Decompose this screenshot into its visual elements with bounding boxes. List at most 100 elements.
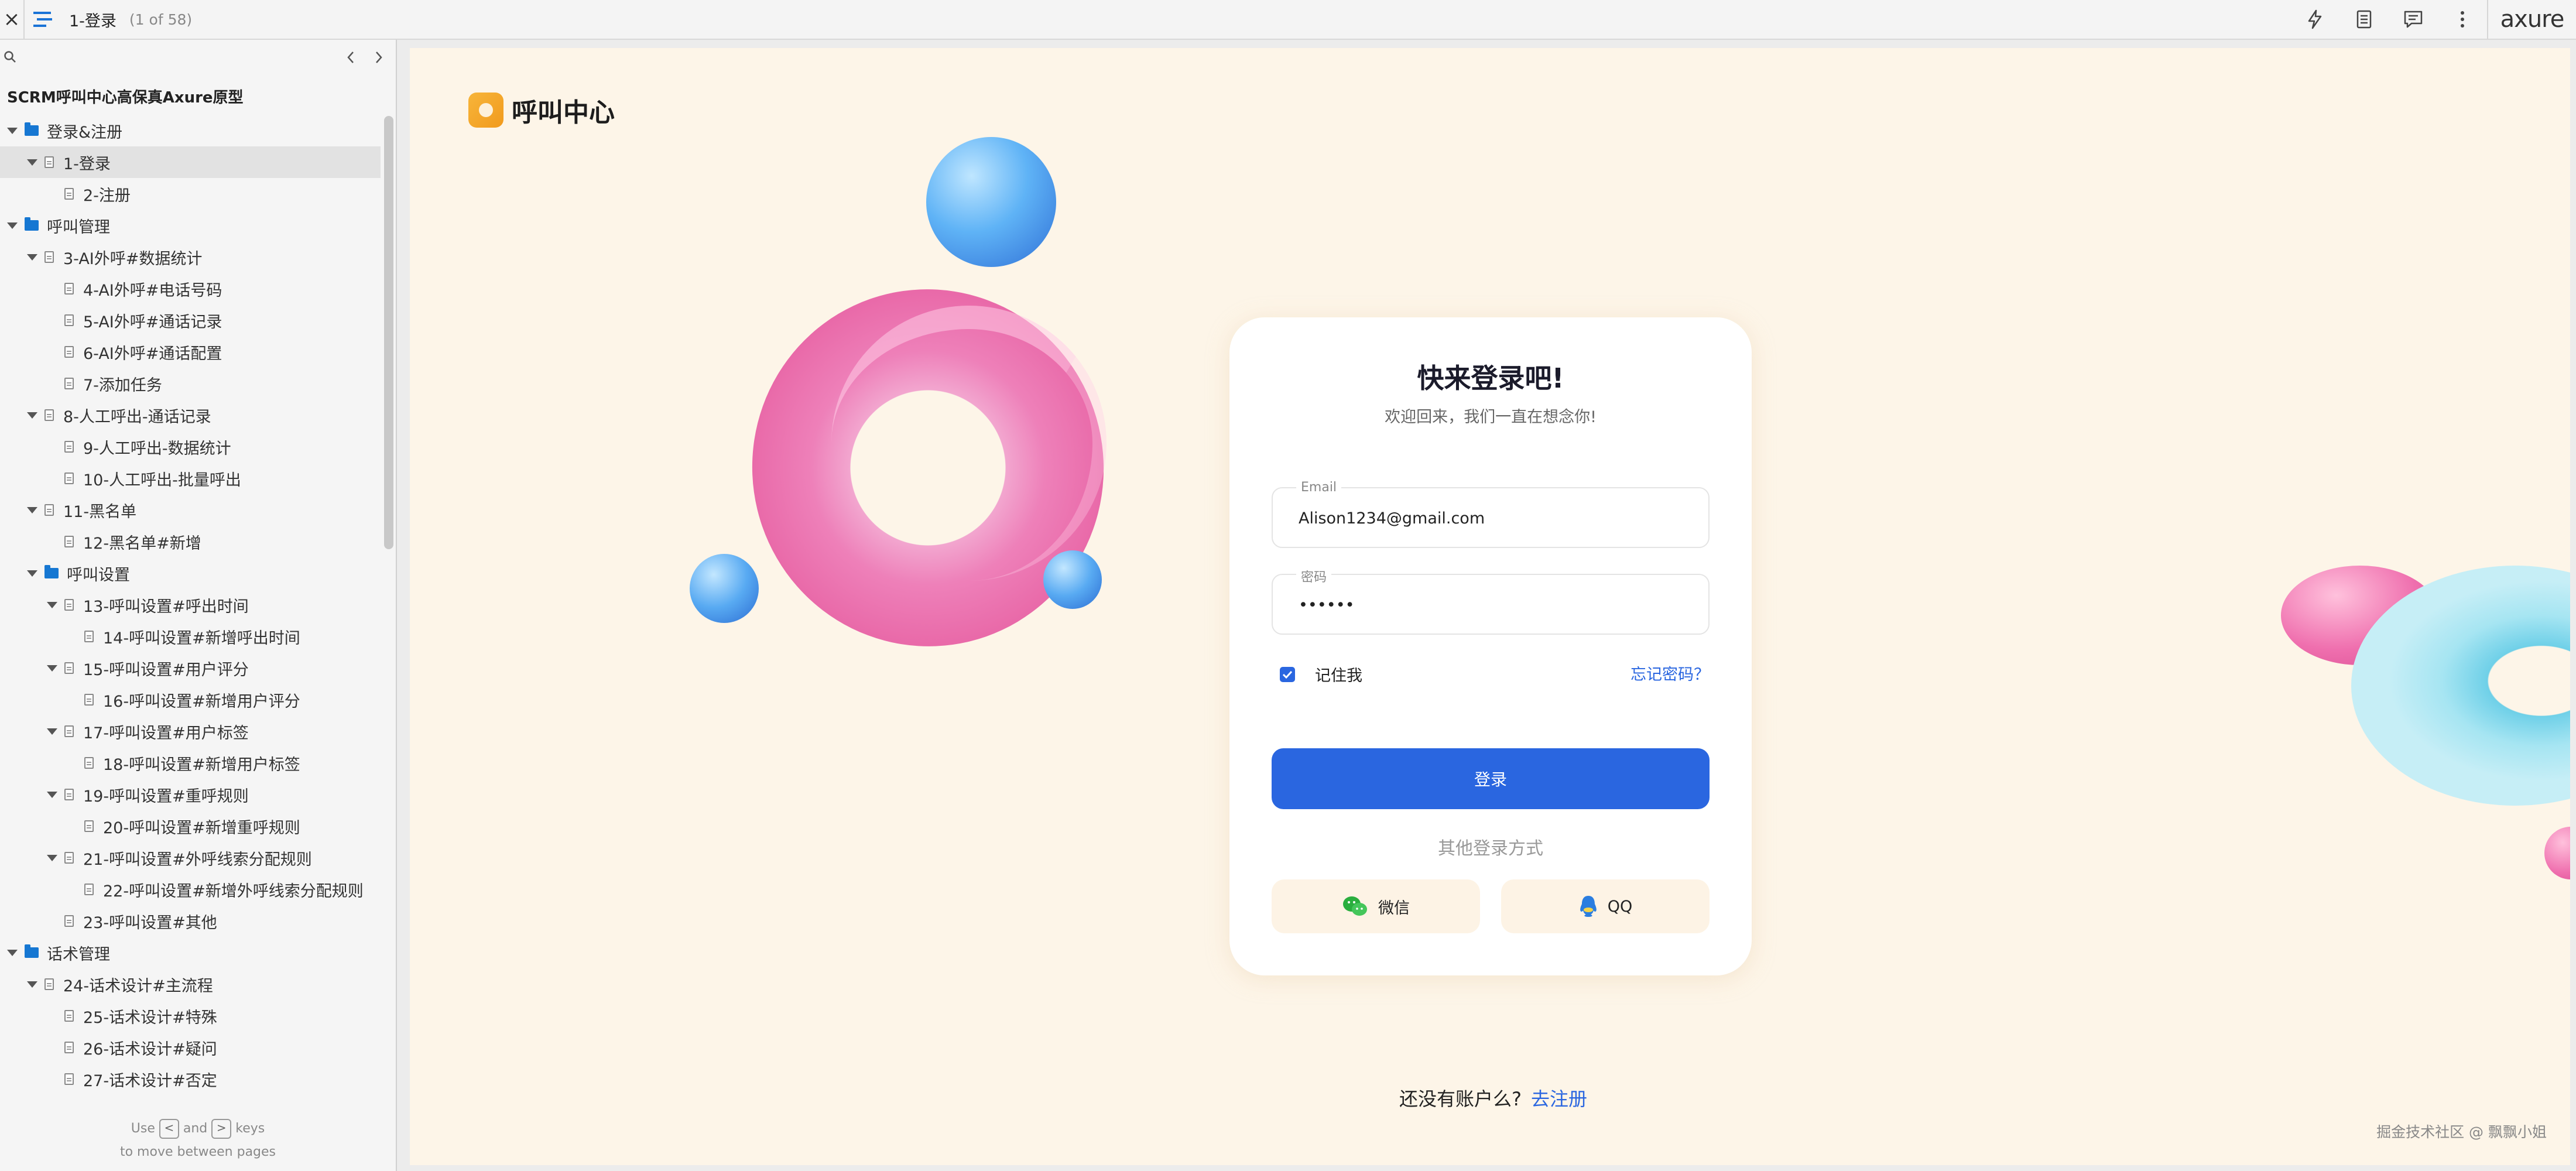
sitemap-page[interactable]: 15-呼叫设置#用户评分 <box>0 652 381 684</box>
comment-icon[interactable] <box>2389 0 2438 39</box>
expand-caret-icon[interactable] <box>27 254 37 261</box>
page-icon <box>64 599 74 611</box>
sitemap-search <box>0 40 396 76</box>
page-icon <box>64 188 74 200</box>
next-page-icon[interactable] <box>370 46 388 69</box>
sitemap-item-label: 5-AI外呼#通话记录 <box>83 313 222 331</box>
email-label: Email <box>1296 480 1342 495</box>
sitemap-page[interactable]: 22-呼叫设置#新增外呼线索分配规则 <box>0 874 381 905</box>
page-counter: (1 of 58) <box>129 11 193 28</box>
remember-label: 记住我 <box>1315 667 1362 685</box>
sitemap-page[interactable]: 6-AI外呼#通话配置 <box>0 336 381 368</box>
expand-caret-icon[interactable] <box>47 665 57 672</box>
expand-caret-icon[interactable] <box>7 127 18 134</box>
sitemap-toggle-icon[interactable] <box>25 0 62 39</box>
sitemap-page[interactable]: 11-黑名单 <box>0 494 381 526</box>
expand-caret-icon[interactable] <box>27 412 37 419</box>
more-vertical-icon[interactable] <box>2438 0 2487 39</box>
sitemap-page[interactable]: 3-AI外呼#数据统计 <box>0 241 381 273</box>
sitemap-item-label: 21-呼叫设置#外呼线索分配规则 <box>83 850 312 869</box>
sitemap-page[interactable]: 4-AI外呼#电话号码 <box>0 273 381 304</box>
sitemap-page[interactable]: 27-话术设计#否定 <box>0 1063 381 1095</box>
sitemap-page[interactable]: 7-添加任务 <box>0 368 381 399</box>
sitemap-item-label: 11-黑名单 <box>63 502 137 521</box>
navigation-hint: Use < and > keys to move between pages <box>0 1117 396 1164</box>
folder-icon <box>25 944 39 958</box>
page-icon <box>84 820 94 832</box>
sitemap-page[interactable]: 8-人工呼出-通话记录 <box>0 399 381 431</box>
sitemap-page[interactable]: 21-呼叫设置#外呼线索分配规则 <box>0 842 381 874</box>
sitemap-page[interactable]: 26-话术设计#疑问 <box>0 1032 381 1063</box>
sitemap-item-label: 7-添加任务 <box>83 376 162 395</box>
watermark: 掘金技术社区 @ 飘飘小姐 <box>2376 1124 2547 1141</box>
sitemap-page[interactable]: 23-呼叫设置#其他 <box>0 905 381 937</box>
sitemap-item-label: 6-AI外呼#通话配置 <box>83 344 222 363</box>
signup-link[interactable]: 去注册 <box>1531 1088 1587 1110</box>
expand-caret-icon[interactable] <box>27 570 37 577</box>
document-notes-icon[interactable] <box>2339 0 2389 39</box>
sitemap-item-label: 15-呼叫设置#用户评分 <box>83 660 249 679</box>
expand-caret-icon[interactable] <box>47 791 57 798</box>
sitemap-page[interactable]: 16-呼叫设置#新增用户评分 <box>0 684 381 715</box>
forgot-password-link[interactable]: 忘记密码？ <box>1630 662 1710 684</box>
page-icon <box>84 631 94 642</box>
sidebar-scrollbar[interactable] <box>384 116 393 549</box>
previous-page-icon[interactable] <box>342 46 359 69</box>
signup-prompt: 还没有账户么? 去注册 <box>1399 1084 1587 1111</box>
page-icon <box>44 409 54 421</box>
pink-sphere-edge-decoration <box>2544 827 2570 879</box>
sitemap-folder[interactable]: 登录&注册 <box>0 115 381 146</box>
password-input[interactable] <box>1297 590 1674 619</box>
sitemap-page[interactable]: 20-呼叫设置#新增重呼规则 <box>0 810 381 842</box>
remember-me[interactable]: 记住我 <box>1280 663 1362 686</box>
page-icon <box>84 694 94 706</box>
password-field[interactable]: 密码 <box>1272 567 1710 635</box>
sitemap-folder[interactable]: 呼叫设置 <box>0 557 381 589</box>
sitemap-page[interactable]: 25-话术设计#特殊 <box>0 1000 381 1032</box>
page-icon <box>64 283 74 295</box>
page-icon <box>64 314 74 326</box>
close-icon[interactable]: × <box>0 0 23 39</box>
sitemap-item-label: 12-黑名单#新增 <box>83 534 201 553</box>
expand-caret-icon[interactable] <box>27 981 37 988</box>
sitemap-page[interactable]: 1-登录 <box>0 146 381 178</box>
hint-line-2: to move between pages <box>119 1145 276 1159</box>
expand-caret-icon[interactable] <box>47 601 57 608</box>
email-input[interactable] <box>1297 504 1674 533</box>
remember-checkbox[interactable] <box>1280 666 1295 682</box>
sitemap-folder[interactable]: 话术管理 <box>0 937 381 968</box>
sitemap-page[interactable]: 24-话术设计#主流程 <box>0 968 381 1000</box>
login-button[interactable]: 登录 <box>1272 748 1710 809</box>
sitemap-folder[interactable]: 呼叫管理 <box>0 210 381 241</box>
expand-caret-icon[interactable] <box>7 222 18 229</box>
expand-caret-icon[interactable] <box>47 728 57 735</box>
sitemap-page[interactable]: 10-人工呼出-批量呼出 <box>0 463 381 494</box>
sitemap-page[interactable]: 17-呼叫设置#用户标签 <box>0 715 381 747</box>
email-field[interactable]: Email <box>1272 480 1710 548</box>
search-input[interactable] <box>20 46 327 70</box>
lightning-icon[interactable] <box>2290 0 2339 39</box>
wechat-login-button[interactable]: 微信 <box>1272 879 1480 933</box>
sitemap-page[interactable]: 12-黑名单#新增 <box>0 526 381 557</box>
brand-logo <box>468 93 503 128</box>
small-blue-sphere-decoration <box>690 554 759 623</box>
page-icon <box>44 504 54 516</box>
sitemap-item-label: 3-AI外呼#数据统计 <box>63 249 203 268</box>
blue-sphere-decoration <box>926 137 1056 267</box>
sitemap-page[interactable]: 2-注册 <box>0 178 381 210</box>
sitemap-page[interactable]: 18-呼叫设置#新增用户标签 <box>0 747 381 779</box>
qq-login-button[interactable]: QQ <box>1501 879 1710 933</box>
sitemap-page[interactable]: 19-呼叫设置#重呼规则 <box>0 779 381 810</box>
top-bar: × 1-登录 (1 of 58) axure <box>0 0 2576 40</box>
folder-icon <box>44 565 59 578</box>
sitemap-page[interactable]: 14-呼叫设置#新增呼出时间 <box>0 621 381 652</box>
expand-caret-icon[interactable] <box>27 159 37 166</box>
expand-caret-icon[interactable] <box>7 949 18 956</box>
sitemap-item-label: 14-呼叫设置#新增呼出时间 <box>103 629 300 648</box>
sitemap-page[interactable]: 9-人工呼出-数据统计 <box>0 431 381 463</box>
expand-caret-icon[interactable] <box>27 506 37 513</box>
expand-caret-icon[interactable] <box>47 854 57 861</box>
sitemap-page[interactable]: 13-呼叫设置#呼出时间 <box>0 589 381 621</box>
page-icon <box>64 1010 74 1022</box>
sitemap-page[interactable]: 5-AI外呼#通话记录 <box>0 304 381 336</box>
